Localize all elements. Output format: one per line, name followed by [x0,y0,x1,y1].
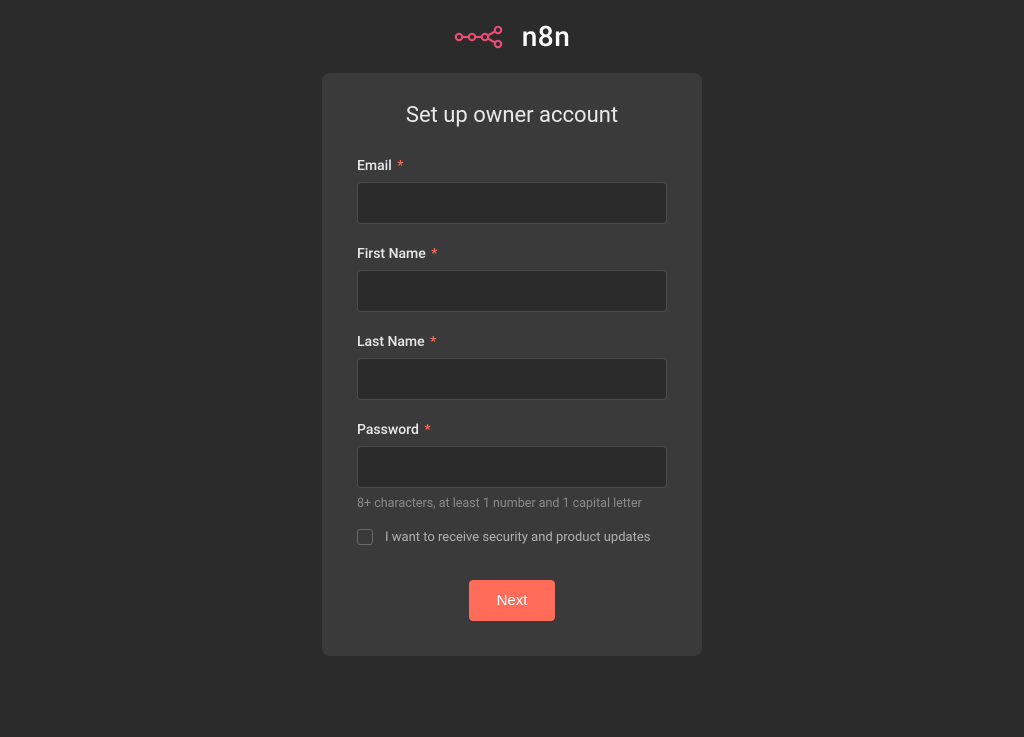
password-field[interactable] [357,446,667,488]
password-label-text: Password [357,422,419,438]
email-group: Email * [357,158,667,224]
n8n-logo-icon [454,25,510,49]
password-group: Password * 8+ characters, at least 1 num… [357,422,667,511]
button-row: Next [357,580,667,621]
updates-checkbox-label[interactable]: I want to receive security and product u… [385,530,650,545]
last-name-label: Last Name * [357,334,667,350]
first-name-label: First Name * [357,246,667,262]
card-title: Set up owner account [357,103,667,128]
updates-checkbox-row: I want to receive security and product u… [357,529,667,545]
email-label: Email * [357,158,667,174]
required-asterisk: * [424,422,430,438]
first-name-group: First Name * [357,246,667,312]
email-label-text: Email [357,158,392,174]
email-field[interactable] [357,182,667,224]
next-button[interactable]: Next [469,580,556,621]
logo-container: n8n [454,20,571,53]
required-asterisk: * [431,246,437,262]
last-name-label-text: Last Name [357,334,425,350]
required-asterisk: * [397,158,403,174]
last-name-field[interactable] [357,358,667,400]
first-name-label-text: First Name [357,246,426,262]
password-hint: 8+ characters, at least 1 number and 1 c… [357,496,667,511]
required-asterisk: * [430,334,436,350]
logo-text: n8n [522,20,571,53]
setup-card: Set up owner account Email * First Name … [322,73,702,656]
updates-checkbox[interactable] [357,529,373,545]
first-name-field[interactable] [357,270,667,312]
last-name-group: Last Name * [357,334,667,400]
password-label: Password * [357,422,667,438]
